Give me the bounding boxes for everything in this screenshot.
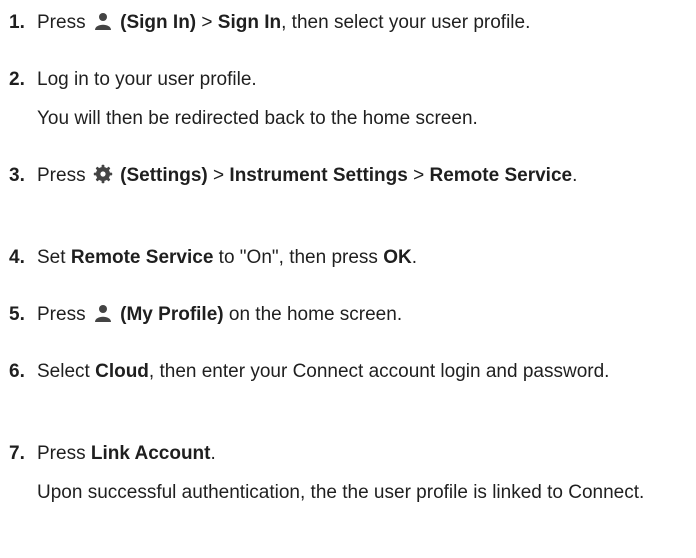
step-rest: on the home screen. — [228, 304, 403, 325]
link-account-label: Link Account — [90, 443, 211, 464]
gear-icon — [93, 164, 113, 184]
step-text: Press (Sign In) > Sign In, then select y… — [37, 10, 687, 35]
my-profile-label: (My Profile) — [120, 304, 224, 325]
remote-service: Remote Service — [429, 165, 573, 186]
step-rest: , then enter your Connect account login … — [148, 361, 610, 382]
step-number: 3. — [9, 165, 25, 186]
step-text: Select Cloud, then enter your Connect ac… — [37, 359, 647, 384]
set-text: Set — [37, 247, 66, 268]
sign-in-menu: Sign In — [217, 12, 282, 33]
step-number: 6. — [9, 361, 25, 382]
user-icon — [93, 11, 113, 31]
step-text: Press (Settings) > Instrument Settings >… — [37, 163, 687, 188]
step-number: 1. — [9, 12, 25, 33]
step-number: 7. — [9, 443, 25, 464]
user-icon — [93, 303, 113, 323]
press-text: Press — [37, 165, 86, 186]
step-note: Upon successful authentication, the the … — [37, 482, 645, 503]
settings-label: (Settings) — [120, 165, 208, 186]
step-text: Log in to your user profile. — [37, 69, 257, 90]
press-text: Press — [37, 443, 86, 464]
select-text: Select — [37, 361, 90, 382]
cloud-label: Cloud — [95, 361, 149, 382]
sign-in-label: (Sign In) — [120, 12, 197, 33]
press-text: Press — [37, 304, 86, 325]
period: . — [411, 247, 417, 268]
separator: > — [413, 165, 425, 186]
remote-service: Remote Service — [70, 247, 214, 268]
step-mid: to "On", then press — [218, 247, 378, 268]
step-rest: , then select your user profile. — [281, 12, 531, 33]
step-number: 5. — [9, 304, 25, 325]
separator: > — [201, 12, 213, 33]
step-text: Set Remote Service to "On", then press O… — [37, 245, 687, 270]
instrument-settings: Instrument Settings — [229, 165, 408, 186]
ok-label: OK — [383, 247, 412, 268]
period: . — [572, 165, 578, 186]
period: . — [210, 443, 216, 464]
step-text: Press (My Profile) on the home screen. — [37, 302, 687, 327]
press-text: Press — [37, 12, 86, 33]
separator: > — [213, 165, 225, 186]
step-number: 4. — [9, 247, 25, 268]
instructions-page: 1. Press (Sign In) > Sign In, then selec… — [0, 0, 696, 558]
step-number: 2. — [9, 69, 25, 90]
step-note: You will then be redirected back to the … — [37, 108, 478, 129]
step-text: Press Link Account. — [37, 441, 687, 466]
